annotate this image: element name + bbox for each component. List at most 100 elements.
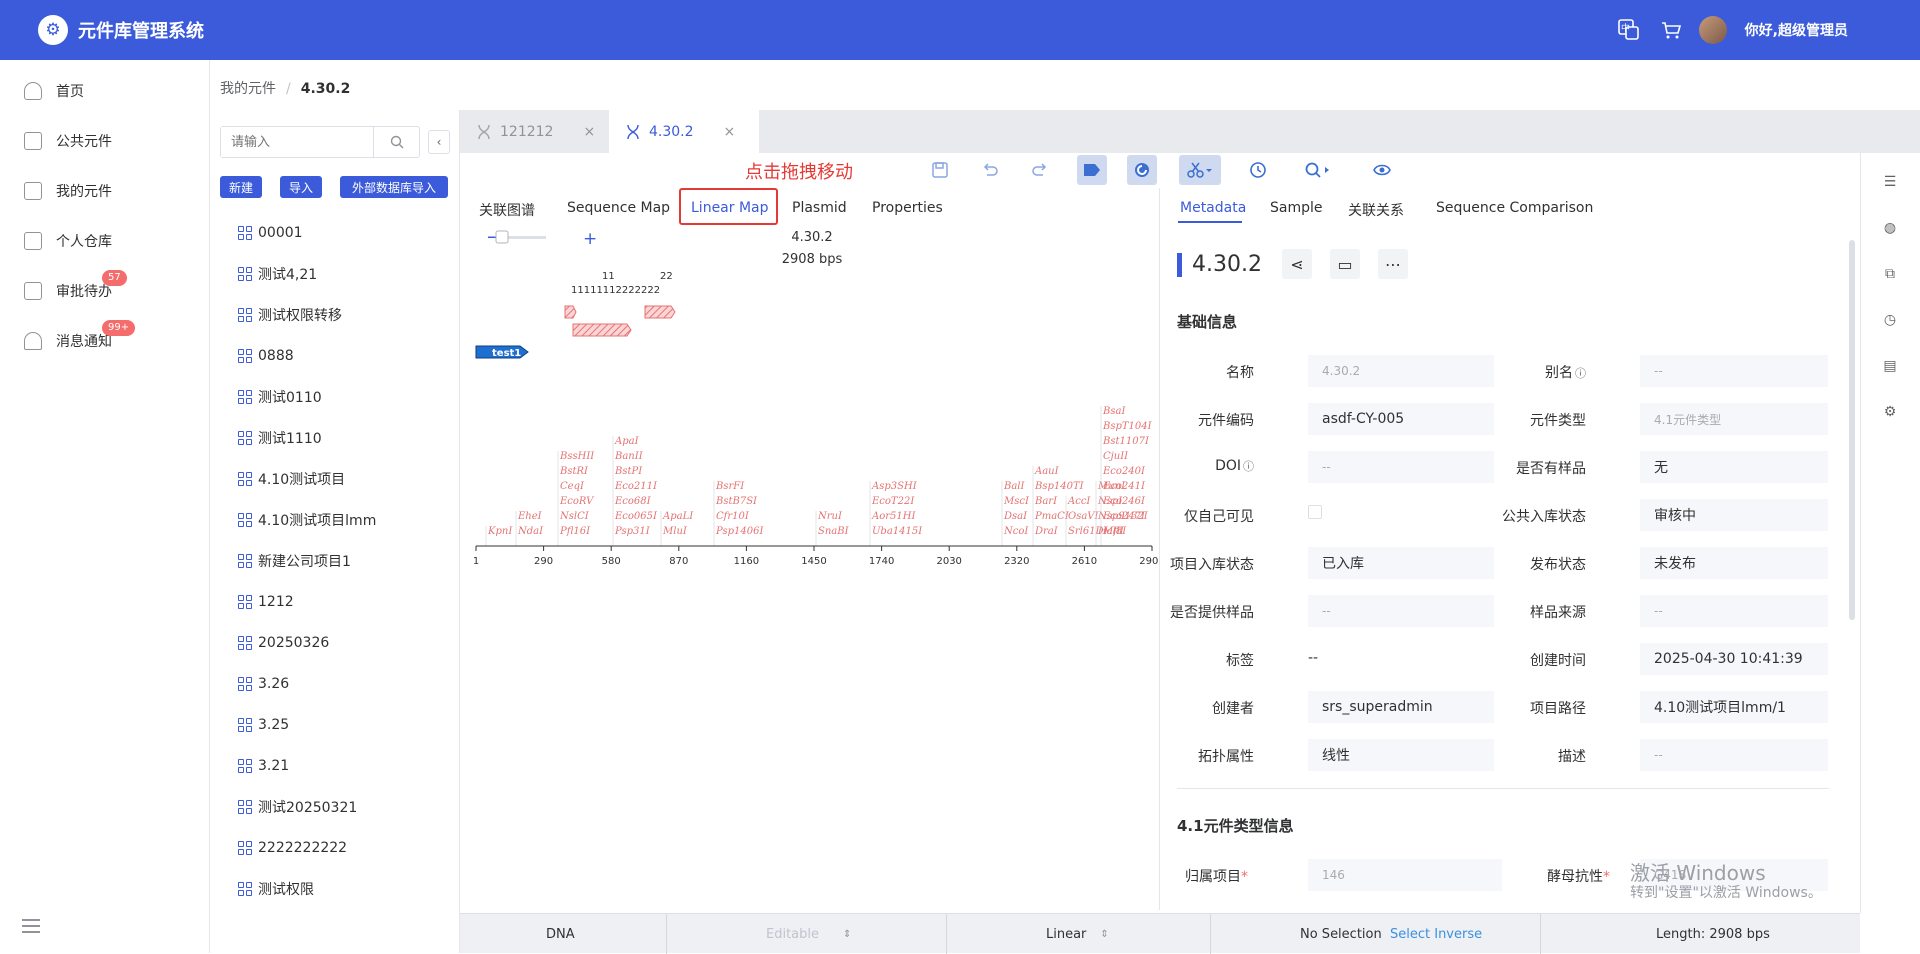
enzyme-label[interactable]: BalI <box>1003 481 1026 492</box>
enzyme-label[interactable]: BstB7SI <box>715 496 758 507</box>
folder-button[interactable]: ▭ <box>1330 249 1360 279</box>
enzyme-label[interactable]: NslCI <box>559 511 590 522</box>
tab-relations[interactable]: 关联关系 <box>1348 200 1404 220</box>
tab-sample[interactable]: Sample <box>1270 200 1323 216</box>
enzyme-label[interactable]: Eco240I <box>1102 466 1146 477</box>
enzyme-label[interactable]: Bsp140TI <box>1034 481 1085 492</box>
enzyme-label[interactable]: MluI <box>662 526 688 537</box>
comment-icon[interactable]: ▤ <box>1881 357 1899 375</box>
tab-sequence-comparison[interactable]: Sequence Comparison <box>1436 200 1593 216</box>
more-button[interactable]: ⋯ <box>1378 249 1408 279</box>
tree-item[interactable]: 测试4,21 <box>238 253 376 294</box>
close-icon[interactable]: × <box>583 124 595 140</box>
enzyme-label[interactable]: Eco065I <box>614 511 658 522</box>
enzyme-label[interactable]: Eco211I <box>614 481 658 492</box>
select-inverse-link[interactable]: Select Inverse <box>1390 914 1482 954</box>
tab-metadata[interactable]: Metadata <box>1180 200 1246 216</box>
sidebar-item-my-components[interactable]: 我的元件 <box>0 166 209 216</box>
enzyme-label[interactable]: OsaVI <box>1068 511 1100 522</box>
tree-item[interactable]: 测试1110 <box>238 417 376 458</box>
tab-sequence-map[interactable]: Sequence Map <box>567 200 670 216</box>
private-checkbox[interactable] <box>1308 505 1322 519</box>
globe-icon[interactable]: ◍ <box>1881 219 1899 237</box>
enzyme-label[interactable]: BanII <box>614 451 644 462</box>
circular-view-icon[interactable] <box>1127 155 1157 185</box>
enzyme-label[interactable]: NcoI <box>1003 526 1029 537</box>
cart-icon[interactable] <box>1657 16 1685 44</box>
feature-label-icon[interactable] <box>1077 155 1107 185</box>
field-project[interactable]: 146 <box>1308 859 1502 891</box>
history-icon[interactable] <box>1243 155 1273 185</box>
clock-icon[interactable]: ◷ <box>1881 311 1899 329</box>
field-value[interactable]: -- <box>1308 451 1494 483</box>
language-icon[interactable]: 中 <box>1615 16 1643 44</box>
zoom-in-button[interactable]: + <box>583 229 597 249</box>
feature-block[interactable] <box>572 323 632 337</box>
tree-item[interactable]: 20250326 <box>238 622 376 663</box>
close-icon[interactable]: × <box>724 124 736 140</box>
tree-item[interactable]: 00001 <box>238 212 376 253</box>
feature-block[interactable] <box>644 305 676 319</box>
enzyme-label[interactable]: Psp31I <box>614 526 651 537</box>
avatar[interactable] <box>1698 16 1727 44</box>
undo-icon[interactable] <box>975 155 1005 185</box>
enzyme-label[interactable]: DsaI <box>1003 511 1028 522</box>
save-icon[interactable] <box>925 155 955 185</box>
tab-plasmid[interactable]: Plasmid <box>792 200 847 216</box>
tab-4-30-2[interactable]: 4.30.2 × <box>609 110 759 153</box>
copy-icon[interactable]: ⧉ <box>1881 265 1899 283</box>
tree-item[interactable]: 0888 <box>238 335 376 376</box>
redo-icon[interactable] <box>1025 155 1055 185</box>
enzyme-label[interactable]: AauI <box>1034 466 1060 477</box>
breadcrumb-root[interactable]: 我的元件 <box>220 81 276 97</box>
tree-item[interactable]: 3.21 <box>238 745 376 786</box>
field-value[interactable]: 无 <box>1640 451 1828 483</box>
enzyme-label[interactable]: CeqI <box>560 481 585 492</box>
sidebar-item-approvals[interactable]: 审批待办 57 <box>0 266 209 316</box>
field-value[interactable]: -- <box>1640 355 1828 387</box>
detail-scrollbar[interactable] <box>1849 240 1855 620</box>
tree-item[interactable]: 测试权限转移 <box>238 294 376 335</box>
enzyme-label[interactable]: Pfl16I <box>559 526 591 537</box>
enzyme-label[interactable]: ApaLI <box>662 511 694 522</box>
tree-item[interactable]: 测试权限 <box>238 868 376 909</box>
enzyme-label[interactable]: Aor51HI <box>871 511 916 522</box>
enzyme-label[interactable]: BsaI <box>1102 406 1126 417</box>
field-value[interactable]: 2025-04-30 10:41:39 <box>1640 643 1828 675</box>
enzyme-label[interactable]: PmaCI <box>1034 511 1070 522</box>
tree-search-input[interactable] <box>221 127 373 157</box>
field-value[interactable]: -- <box>1308 595 1494 627</box>
eye-icon[interactable] <box>1367 155 1397 185</box>
tree-item[interactable]: 4.10测试项目lmm <box>238 499 376 540</box>
field-value[interactable]: -- <box>1640 739 1828 771</box>
search-dropdown-icon[interactable] <box>1300 155 1336 185</box>
field-value[interactable]: 4.1元件类型 <box>1640 403 1828 435</box>
enzyme-label[interactable]: Uba1415I <box>872 526 923 537</box>
enzyme-label[interactable]: MscI <box>1003 496 1030 507</box>
sidebar-item-public-components[interactable]: 公共元件 <box>0 116 209 166</box>
list-icon[interactable]: ☰ <box>1881 173 1899 191</box>
feature-block[interactable] <box>564 305 577 319</box>
field-value[interactable]: 未发布 <box>1640 547 1828 579</box>
enzyme-label[interactable]: NdaI <box>517 526 544 537</box>
enzyme-label[interactable]: BssHII <box>559 451 595 462</box>
tab-121212[interactable]: 121212 × <box>460 110 608 153</box>
field-value[interactable]: 4.30.2 <box>1308 355 1494 387</box>
enzyme-label[interactable]: BsrFI <box>715 481 745 492</box>
field-value[interactable]: 4.10测试项目lmm/1 <box>1640 691 1828 723</box>
field-value[interactable]: 已入库 <box>1308 547 1494 579</box>
tree-item[interactable]: 4.10测试项目 <box>238 458 376 499</box>
enzyme-label[interactable]: Eco247I <box>1102 511 1146 522</box>
tab-relation-graph[interactable]: 关联图谱 <box>479 200 535 220</box>
collapse-panel-button[interactable]: ‹ <box>428 130 450 154</box>
sidebar-item-home[interactable]: 首页 <box>0 66 209 116</box>
settings-icon[interactable]: ⚙ <box>1881 403 1899 421</box>
enzyme-label[interactable]: Cfr10I <box>716 511 750 522</box>
field-value[interactable]: 线性 <box>1308 739 1494 771</box>
tree-item[interactable]: 3.26 <box>238 663 376 704</box>
enzyme-label[interactable]: AccI <box>1067 496 1091 507</box>
tree-item[interactable]: 1212 <box>238 581 376 622</box>
menu-toggle-icon[interactable] <box>22 919 40 933</box>
new-button[interactable]: 新建 <box>220 176 262 198</box>
field-value[interactable]: srs_superadmin <box>1308 691 1494 723</box>
